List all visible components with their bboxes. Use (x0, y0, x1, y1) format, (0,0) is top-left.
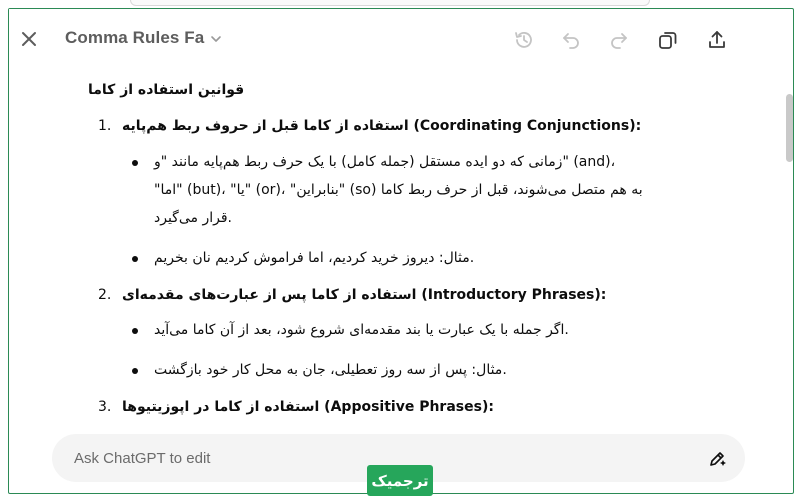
scrollbar-thumb[interactable] (786, 94, 793, 162)
bullet (132, 256, 138, 262)
bullet-text-line: "اما" (but)، "یا" (or)، "بنابراین" (so) … (154, 182, 643, 198)
bullet-text-line: زمانی که دو ایده مستقل (جمله کامل) با یک… (154, 154, 616, 170)
section-number: 3. (98, 399, 112, 415)
close-button[interactable] (17, 27, 41, 51)
chevron-down-icon (211, 36, 222, 42)
section-number: 2. (98, 287, 112, 303)
undo-icon (563, 33, 579, 49)
bullet-text-line: اگر جمله با یک عبارت یا بند مقدمه‌ای شرو… (154, 322, 569, 338)
canvas-header: Comma Rules Fa (9, 9, 780, 71)
share-icon (709, 31, 725, 48)
edit-icon (710, 452, 726, 466)
bullet (132, 328, 138, 334)
top-sliver (130, 0, 650, 6)
redo-icon (611, 33, 627, 49)
document-title-dropdown[interactable]: Comma Rules Fa (65, 28, 222, 48)
history-icon (515, 32, 532, 48)
bullet-text-line: مثال: دیروز خرید کردیم، اما فراموش کردیم… (154, 250, 475, 266)
copy-button[interactable] (655, 27, 681, 53)
document-content: قوانین استفاده از کاما 1. استفاده از کام… (60, 72, 710, 427)
close-icon (22, 32, 36, 46)
section-title: استفاده از کاما در اپوزیتیوها (Appositiv… (122, 399, 494, 415)
section-title: استفاده از کاما قبل از حروف ربط هم‌پایه … (122, 118, 642, 134)
bullet (132, 368, 138, 374)
watermark-logo: ترجمیک (367, 465, 433, 496)
copy-icon (659, 32, 677, 49)
document-heading: قوانین استفاده از کاما (88, 82, 245, 98)
section-number: 1. (98, 118, 112, 134)
edit-button[interactable] (704, 446, 730, 472)
document-title: Comma Rules Fa (65, 28, 205, 47)
scrollbar[interactable] (785, 72, 794, 427)
bullet-text-line: قرار می‌گیرد. (154, 210, 232, 226)
redo-button[interactable] (606, 27, 632, 53)
share-button[interactable] (704, 27, 730, 53)
section-title: استفاده از کاما پس از عبارت‌های مقدمه‌ای… (122, 287, 607, 303)
history-button[interactable] (511, 27, 537, 53)
undo-button[interactable] (558, 27, 584, 53)
bullet-text-line: مثال: پس از سه روز تعطیلی، جان به محل کا… (154, 362, 507, 378)
bullet (132, 160, 138, 166)
